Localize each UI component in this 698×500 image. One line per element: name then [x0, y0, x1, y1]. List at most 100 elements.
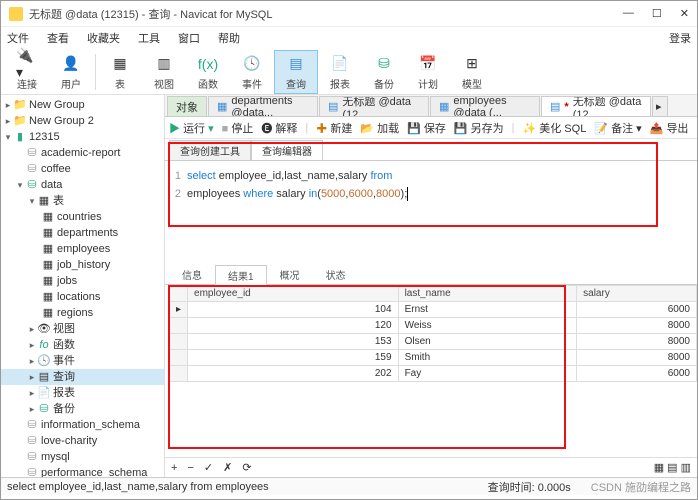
save-button[interactable]: 💾 保存	[407, 120, 446, 136]
tree-table[interactable]: ▦employees	[1, 241, 164, 257]
tree-table[interactable]: ▦job_history	[1, 257, 164, 273]
tree-table[interactable]: ▦departments	[1, 225, 164, 241]
tab-untitled1[interactable]: ▤无标题 @data (12...	[319, 96, 429, 116]
col-employee-id[interactable]: employee_id	[188, 286, 399, 302]
tree-db[interactable]: ⛁coffee	[1, 161, 164, 177]
table-button[interactable]: ▦表	[98, 50, 142, 94]
table-row[interactable]: 202Fay6000	[170, 366, 697, 382]
stop-button[interactable]: ■ 停止	[222, 120, 254, 136]
subtab-editor[interactable]: 查询编辑器	[251, 140, 323, 160]
add-row-button[interactable]: +	[171, 462, 177, 474]
conn-button[interactable]: 🔌▾连接	[5, 50, 49, 94]
tab-objects[interactable]: 对象	[167, 96, 207, 116]
table-row[interactable]: 153Olsen8000	[170, 334, 697, 350]
window-title: 无标题 @data (12315) - 查询 - Navicat for MyS…	[29, 6, 623, 22]
query-button[interactable]: ▤查询	[274, 50, 318, 94]
table-row[interactable]: ▸104Ernst6000	[170, 302, 697, 318]
view-button[interactable]: ▥视图	[142, 50, 186, 94]
object-tabs: 对象 ▦departments @data... ▤无标题 @data (12.…	[165, 95, 697, 117]
tab-untitled2[interactable]: ▤*无标题 @data (12...	[541, 96, 651, 116]
commit-button[interactable]: ✓	[204, 461, 213, 474]
sql-editor[interactable]: 1select employee_id,last_name,salary fro…	[165, 161, 697, 209]
tree-events[interactable]: ▸🕓事件	[1, 353, 164, 369]
saveas-button[interactable]: 💾 另存为	[454, 120, 504, 136]
table-row[interactable]: 120Weiss8000	[170, 318, 697, 334]
minimize-button[interactable]: —	[623, 7, 634, 20]
menu-window[interactable]: 窗口	[178, 30, 200, 46]
load-button[interactable]: 📂 加载	[360, 120, 399, 136]
backup-button[interactable]: ⛁备份	[362, 50, 406, 94]
result-grid[interactable]: employee_idlast_namesalary ▸104Ernst6000…	[169, 285, 697, 382]
menu-fav[interactable]: 收藏夹	[87, 30, 120, 46]
content-area: 对象 ▦departments @data... ▤无标题 @data (12.…	[165, 95, 697, 477]
status-time: 查询时间: 0.000s	[488, 479, 571, 495]
tabs-overflow[interactable]: ▸	[652, 96, 668, 116]
tree-db[interactable]: ⛁mysql	[1, 449, 164, 465]
menu-help[interactable]: 帮助	[218, 30, 240, 46]
rtab-result1[interactable]: 结果1	[215, 265, 267, 285]
func-button[interactable]: f(x)函数	[186, 50, 230, 94]
tree-table[interactable]: ▦locations	[1, 289, 164, 305]
tree-db[interactable]: ⛁love-charity	[1, 433, 164, 449]
main-toolbar: 🔌▾连接 👤用户 ▦表 ▥视图 f(x)函数 🕓事件 ▤查询 📄报表 ⛁备份 📅…	[1, 49, 697, 95]
tab-departments[interactable]: ▦departments @data...	[208, 96, 318, 116]
export-button[interactable]: 📤 导出	[650, 120, 689, 136]
run-button[interactable]: ▶ 运行 ▾	[169, 120, 214, 136]
menu-view[interactable]: 查看	[47, 30, 69, 46]
tree-group[interactable]: ▸📁New Group	[1, 97, 164, 113]
sidebar: ▸📁New Group ▸📁New Group 2 ▾▮12315 ⛁acade…	[1, 95, 165, 477]
status-sql: select employee_id,last_name,salary from…	[7, 481, 269, 493]
cancel-button[interactable]: ✗	[223, 461, 232, 474]
grid-nav: + − ✓ ✗ ⟳ ▦ ▤ ▥	[165, 457, 697, 477]
user-button[interactable]: 👤用户	[49, 50, 93, 94]
plan-button[interactable]: 📅计划	[406, 50, 450, 94]
login-link[interactable]: 登录	[669, 30, 691, 46]
subtab-builder[interactable]: 查询创建工具	[169, 140, 251, 160]
tree-conn[interactable]: ▾▮12315	[1, 129, 164, 145]
tree-db[interactable]: ▾⛁data	[1, 177, 164, 193]
model-button[interactable]: ⊞模型	[450, 50, 494, 94]
maximize-button[interactable]: ☐	[652, 7, 662, 20]
user-icon: 👤	[60, 53, 82, 75]
refresh-button[interactable]: ⟳	[242, 461, 251, 474]
app-icon	[9, 7, 23, 21]
plug-icon: 🔌▾	[16, 53, 38, 75]
grid-mode-icon[interactable]: ▦ ▤ ▥	[654, 461, 691, 474]
tree-db[interactable]: ⛁academic-report	[1, 145, 164, 161]
menubar: 文件 查看 收藏夹 工具 窗口 帮助 登录	[1, 27, 697, 49]
close-button[interactable]: ✕	[680, 7, 689, 20]
watermark: CSDN 施劭编程之路	[591, 479, 691, 495]
tree-views[interactable]: ▸👁视图	[1, 321, 164, 337]
rtab-info[interactable]: 信息	[169, 264, 215, 284]
tree-funcs[interactable]: ▸fo函数	[1, 337, 164, 353]
event-button[interactable]: 🕓事件	[230, 50, 274, 94]
tree-table[interactable]: ▦jobs	[1, 273, 164, 289]
beautify-button[interactable]: ✨ 美化 SQL	[522, 120, 586, 136]
query-subtabs: 查询创建工具 查询编辑器	[165, 139, 697, 161]
tree-tables[interactable]: ▾▦表	[1, 193, 164, 209]
tree-group[interactable]: ▸📁New Group 2	[1, 113, 164, 129]
new-button[interactable]: ✚ 新建	[316, 120, 352, 136]
clock-icon: 🕓	[241, 53, 263, 75]
func-icon: f(x)	[197, 53, 219, 75]
tree-db[interactable]: ⛁information_schema	[1, 417, 164, 433]
tree-reports[interactable]: ▸📄报表	[1, 385, 164, 401]
del-row-button[interactable]: −	[187, 462, 193, 474]
menu-tool[interactable]: 工具	[138, 30, 160, 46]
table-row[interactable]: 159Smith8000	[170, 350, 697, 366]
calendar-icon: 📅	[417, 53, 439, 75]
tree-table[interactable]: ▦regions	[1, 305, 164, 321]
tree-table[interactable]: ▦countries	[1, 209, 164, 225]
tree-backups[interactable]: ▸⛁备份	[1, 401, 164, 417]
menu-file[interactable]: 文件	[7, 30, 29, 46]
note-button[interactable]: 📝 备注 ▾	[594, 120, 641, 136]
report-button[interactable]: 📄报表	[318, 50, 362, 94]
tree-db[interactable]: ⛁performance_schema	[1, 465, 164, 477]
col-last-name[interactable]: last_name	[398, 286, 577, 302]
col-salary[interactable]: salary	[577, 286, 697, 302]
rtab-status[interactable]: 状态	[313, 264, 359, 284]
explain-button[interactable]: 🅔 解释	[261, 120, 297, 136]
tree-queries[interactable]: ▸▤查询	[1, 369, 164, 385]
rtab-profile[interactable]: 概况	[267, 264, 313, 284]
tab-employees[interactable]: ▦employees @data (...	[430, 96, 540, 116]
